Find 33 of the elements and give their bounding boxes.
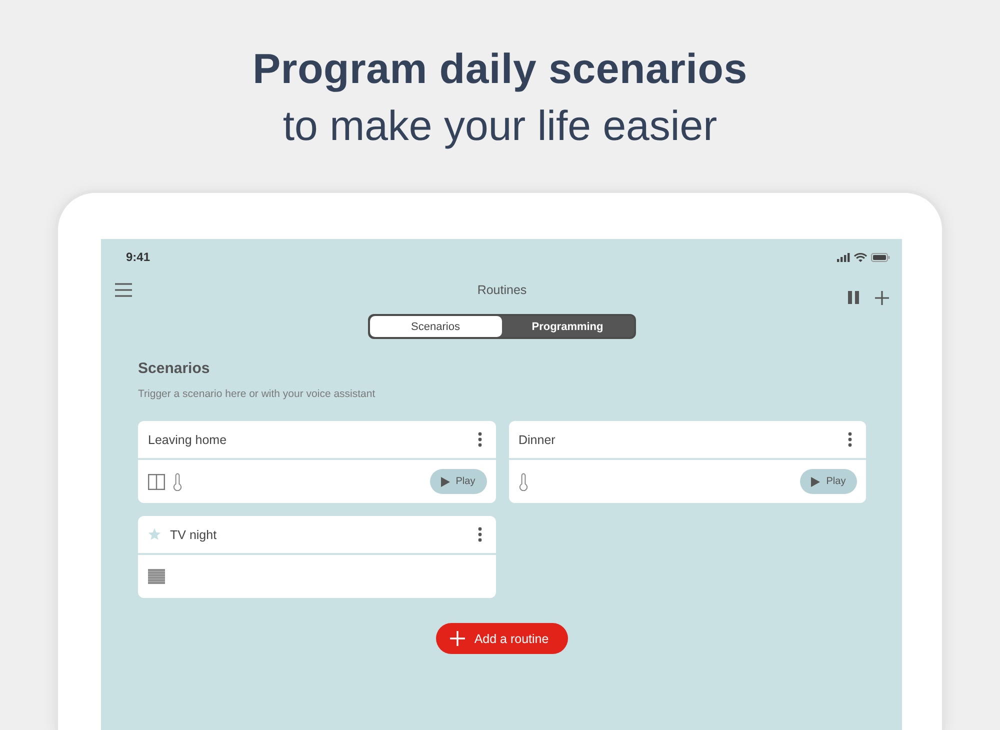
segment-tab[interactable]: Programming (502, 316, 634, 337)
status-time: 9:41 (126, 250, 150, 264)
headline-subtitle: to make your life easier (282, 101, 718, 151)
add-routine-button[interactable]: Add a routine (436, 623, 568, 654)
more-options-icon[interactable] (848, 432, 852, 447)
scenario-card[interactable]: Dinner Play (508, 421, 866, 503)
window-icon (148, 474, 165, 490)
segment-tab[interactable]: Scenarios (370, 316, 502, 337)
plus-icon (450, 631, 466, 646)
play-button[interactable]: Play (800, 469, 857, 494)
blind-icon (148, 569, 165, 584)
menu-icon[interactable] (115, 283, 132, 297)
wifi-icon (854, 252, 867, 262)
scenario-title: TV night (170, 528, 218, 542)
section-description: Trigger a scenario here or with your voice assistant (138, 387, 376, 402)
scenario-card[interactable]: Leaving home Play (138, 421, 496, 503)
headline-title: Program daily scenarios (252, 44, 748, 94)
plus-icon[interactable] (875, 290, 889, 304)
play-icon (440, 476, 450, 486)
battery-icon (871, 252, 890, 262)
more-options-icon[interactable] (478, 527, 482, 542)
play-button[interactable]: Play (430, 469, 486, 494)
thermometer-icon (173, 472, 182, 490)
scenario-title: Leaving home (148, 432, 228, 446)
signal-icon (837, 252, 850, 262)
pause-icon[interactable] (848, 291, 859, 304)
scenario-title: Dinner (518, 432, 556, 446)
play-icon (811, 476, 820, 486)
more-options-icon[interactable] (478, 432, 482, 447)
section-title: Scenarios (138, 359, 211, 379)
scenario-card[interactable]: TV night (138, 516, 496, 598)
page-title: Routines (477, 283, 527, 297)
thermometer-icon (518, 472, 528, 490)
